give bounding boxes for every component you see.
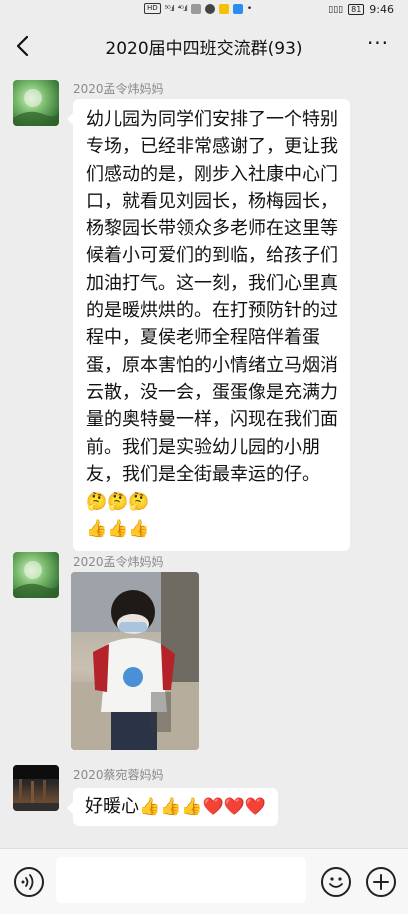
smiley-icon: [329, 877, 343, 888]
app-notification-icon-2: [204, 3, 215, 14]
avatar[interactable]: [13, 552, 59, 598]
child-photo-image: [71, 572, 199, 750]
status-bar-right: ▯▯▯ 81 9:46: [328, 3, 394, 16]
thumbs-up-emoji: 👍👍👍: [86, 519, 150, 540]
voice-input-button[interactable]: [14, 867, 44, 897]
message-text: 好暖心: [85, 796, 139, 817]
chat-message-list[interactable]: 2020孟令炜妈妈 幼儿园为同学们安排了一个特别专场，已经非常感谢了，更让我们感…: [0, 72, 408, 848]
voice-icon: [21, 874, 34, 890]
message-bubble[interactable]: 好暖心👍👍👍❤️❤️❤️: [66, 788, 279, 826]
avatar-image: [13, 765, 59, 811]
app-notification-icon-3: [232, 3, 243, 14]
battery-icon: 81: [348, 4, 365, 15]
avatar-image: [13, 89, 59, 126]
thumbs-up-heart-emoji: 👍👍👍❤️❤️❤️: [139, 797, 267, 817]
hd-badge: HD: [144, 3, 161, 14]
photo-message[interactable]: [71, 572, 199, 750]
sender-name: 2020孟令炜妈妈: [73, 82, 164, 96]
message-input-bar: [0, 848, 408, 914]
signal-icon: ⁵ᴳ.ıl: [164, 4, 175, 13]
overflow-icon: •: [246, 3, 253, 14]
message-bubble[interactable]: 幼儿园为同学们安排了一个特别专场，已经非常感谢了，更让我们感动的是，刚步入社康中…: [67, 99, 350, 551]
clock: 9:46: [369, 3, 394, 16]
page-title: 2020届中四班交流群(93): [105, 39, 303, 59]
sender-name: 2020孟令炜妈妈: [73, 555, 164, 569]
vibrate-icon: ▯▯▯: [328, 4, 344, 15]
avatar[interactable]: [13, 80, 59, 126]
mail-icon: [218, 3, 229, 14]
signal-icon-2: ⁴ᴳ.ıl: [177, 4, 188, 13]
more-options-button[interactable]: ···: [364, 33, 392, 58]
avatar-image: [13, 561, 59, 598]
thinking-emoji: 🤔🤔🤔: [86, 492, 150, 513]
emoji-button[interactable]: [321, 867, 351, 897]
status-bar-left: HD ⁵ᴳ.ıl ⁴ᴳ.ıl •: [144, 3, 252, 14]
avatar[interactable]: [13, 765, 59, 811]
plus-icon: [373, 874, 389, 890]
message-text-input[interactable]: [56, 857, 306, 903]
app-notification-icon: [190, 3, 201, 14]
chat-header: 2020届中四班交流群(93) ···: [0, 20, 408, 72]
status-bar: HD ⁵ᴳ.ıl ⁴ᴳ.ıl • ▯▯▯ 81 9:46: [0, 0, 408, 20]
sender-name: 2020蔡宛蓉妈妈: [73, 768, 164, 782]
message-text: 幼儿园为同学们安排了一个特别专场，已经非常感谢了，更让我们感动的是，刚步入社康中…: [86, 109, 338, 485]
more-functions-button[interactable]: [366, 867, 396, 897]
